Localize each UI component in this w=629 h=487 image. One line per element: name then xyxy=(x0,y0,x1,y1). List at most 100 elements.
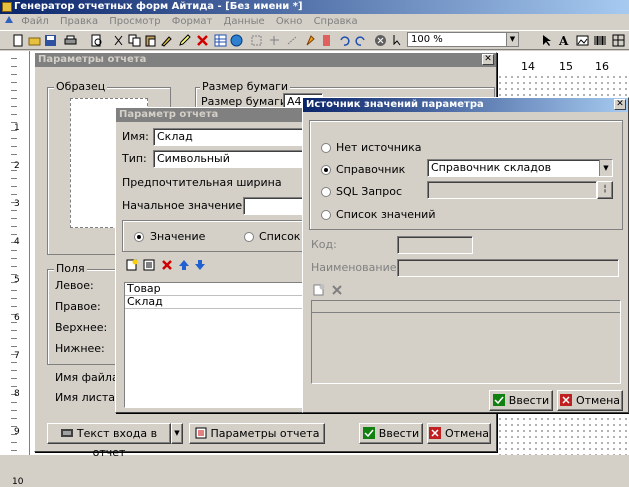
value-source-cancel-label: Отмена xyxy=(575,394,621,407)
edit-item-icon[interactable] xyxy=(143,259,155,271)
barcode-icon[interactable] xyxy=(594,34,607,47)
name-input[interactable] xyxy=(397,259,619,277)
param-name-value: Склад xyxy=(157,130,193,143)
margins-group-label: Поля xyxy=(54,262,87,275)
list-item[interactable]: Склад xyxy=(125,296,311,309)
zoom-select[interactable]: 100 % ▼ xyxy=(407,32,519,47)
initial-value-label: Начальное значение: xyxy=(122,199,246,212)
format-brush-icon[interactable] xyxy=(160,34,173,47)
report-param-title: Параметр отчета xyxy=(116,108,314,122)
close-icon[interactable]: ✕ xyxy=(614,99,626,110)
pointer-help-icon[interactable] xyxy=(392,34,405,47)
print-icon[interactable] xyxy=(64,34,77,47)
undo-icon[interactable] xyxy=(338,34,351,47)
menu-help[interactable]: Справка xyxy=(314,16,358,27)
tool-b-icon[interactable] xyxy=(268,34,281,47)
text-tool-icon[interactable]: A xyxy=(558,34,571,47)
ruler-left-label: 7 xyxy=(14,351,20,361)
value-list-grid[interactable] xyxy=(311,300,621,384)
print-preview-icon[interactable] xyxy=(90,34,103,47)
sheet-name-label: Имя листа в xyxy=(55,391,115,404)
move-down-icon[interactable] xyxy=(194,259,206,271)
stop-icon[interactable] xyxy=(374,34,387,47)
reference-select[interactable]: Справочник складов ▼ xyxy=(427,159,613,177)
param-type-label: Тип: xyxy=(122,152,147,165)
entry-text-dropdown[interactable]: ▼ xyxy=(171,423,183,444)
menu-file[interactable]: Файл xyxy=(21,16,49,27)
paste-icon[interactable] xyxy=(144,34,157,47)
save-icon[interactable] xyxy=(44,34,57,47)
menu-view[interactable]: Просмотр xyxy=(109,16,160,27)
params-button[interactable]: Параметры отчета xyxy=(189,423,325,444)
copy-icon[interactable] xyxy=(128,34,141,47)
report-params-title: Параметры отчета xyxy=(35,53,496,67)
new-file-icon[interactable] xyxy=(12,34,25,47)
param-list-box[interactable]: Товар Склад xyxy=(124,282,312,408)
value-source-ok-button[interactable]: Ввести xyxy=(489,390,553,411)
initial-value-input[interactable] xyxy=(243,197,311,215)
ruler-top-label: 16 xyxy=(595,60,609,73)
app-menu-icon[interactable] xyxy=(4,15,14,25)
grid-header-row xyxy=(312,301,620,313)
add-item-icon[interactable] xyxy=(126,259,138,271)
chevron-down-icon[interactable]: ▼ xyxy=(599,160,612,176)
ruler-left-label: 1 xyxy=(14,123,20,133)
code-label: Код: xyxy=(311,238,337,251)
radio-list-label: Список xyxy=(259,230,301,243)
keyboard-icon xyxy=(60,429,73,437)
sql-browse-button[interactable]: ¦ xyxy=(597,181,613,199)
chevron-down-icon: ▼ xyxy=(174,429,180,437)
radio-value-list-label: Список значений xyxy=(336,208,436,221)
delete-icon[interactable] xyxy=(196,34,209,47)
tool-c-icon[interactable] xyxy=(286,34,299,47)
report-params-cancel-button[interactable]: Отмена xyxy=(427,423,491,444)
radio-list[interactable] xyxy=(244,232,254,242)
redo-icon[interactable] xyxy=(354,34,367,47)
ruler-left-label: 3 xyxy=(14,199,20,209)
value-source-cancel-button[interactable]: Отмена xyxy=(557,390,623,411)
close-icon[interactable]: ✕ xyxy=(482,54,494,65)
app-icon xyxy=(2,2,12,12)
grid-tool-icon[interactable] xyxy=(612,34,625,47)
move-up-icon[interactable] xyxy=(178,259,190,271)
table-icon[interactable] xyxy=(214,34,227,47)
report-params-ok-button[interactable]: Ввести xyxy=(359,423,423,444)
delete-value-icon[interactable] xyxy=(331,284,343,296)
globe-icon[interactable] xyxy=(230,34,243,47)
ruler-left-label: 6 xyxy=(14,313,20,323)
menu-edit[interactable]: Правка xyxy=(60,16,98,27)
highlight-icon[interactable] xyxy=(304,34,317,47)
chevron-down-icon[interactable]: ▼ xyxy=(506,33,518,46)
menu-data[interactable]: Данные xyxy=(224,16,265,27)
radio-reference[interactable] xyxy=(321,165,331,175)
param-name-input[interactable]: Склад xyxy=(153,128,311,146)
entry-text-button[interactable]: Текст входа в отчет xyxy=(47,423,171,459)
radio-sql[interactable] xyxy=(321,187,331,197)
menu-format[interactable]: Формат xyxy=(172,16,213,27)
tool-a-icon[interactable] xyxy=(250,34,263,47)
file-name-label: Имя файла xyxy=(55,371,115,384)
delete-item-icon[interactable] xyxy=(161,259,173,271)
vertical-ruler: 1 2 3 4 5 6 7 8 9 10 xyxy=(0,51,30,487)
image-tool-icon[interactable] xyxy=(576,34,589,47)
add-value-icon[interactable] xyxy=(313,284,325,296)
margin-left-label: Левое: xyxy=(55,279,94,292)
radio-value[interactable] xyxy=(134,232,144,242)
ruler-left-label: 5 xyxy=(14,275,20,285)
param-type-select[interactable]: Символьный xyxy=(153,150,311,168)
edit-icon[interactable] xyxy=(178,34,191,47)
margin-top-label: Верхнее: xyxy=(55,321,108,334)
open-folder-icon[interactable] xyxy=(28,34,41,47)
radio-value-list[interactable] xyxy=(321,210,331,220)
menu-window[interactable]: Окно xyxy=(276,16,303,27)
bookmark-icon[interactable] xyxy=(320,34,333,47)
param-name-label: Имя: xyxy=(122,130,149,143)
cancel-icon xyxy=(559,394,572,406)
select-arrow-icon[interactable] xyxy=(540,34,553,47)
ellipsis-icon: ¦ xyxy=(603,184,607,194)
cut-icon[interactable] xyxy=(112,34,125,47)
code-input[interactable] xyxy=(397,236,473,254)
ruler-top-label: 15 xyxy=(559,60,573,73)
sql-query-input[interactable] xyxy=(427,181,597,199)
radio-no-source[interactable] xyxy=(321,143,331,153)
